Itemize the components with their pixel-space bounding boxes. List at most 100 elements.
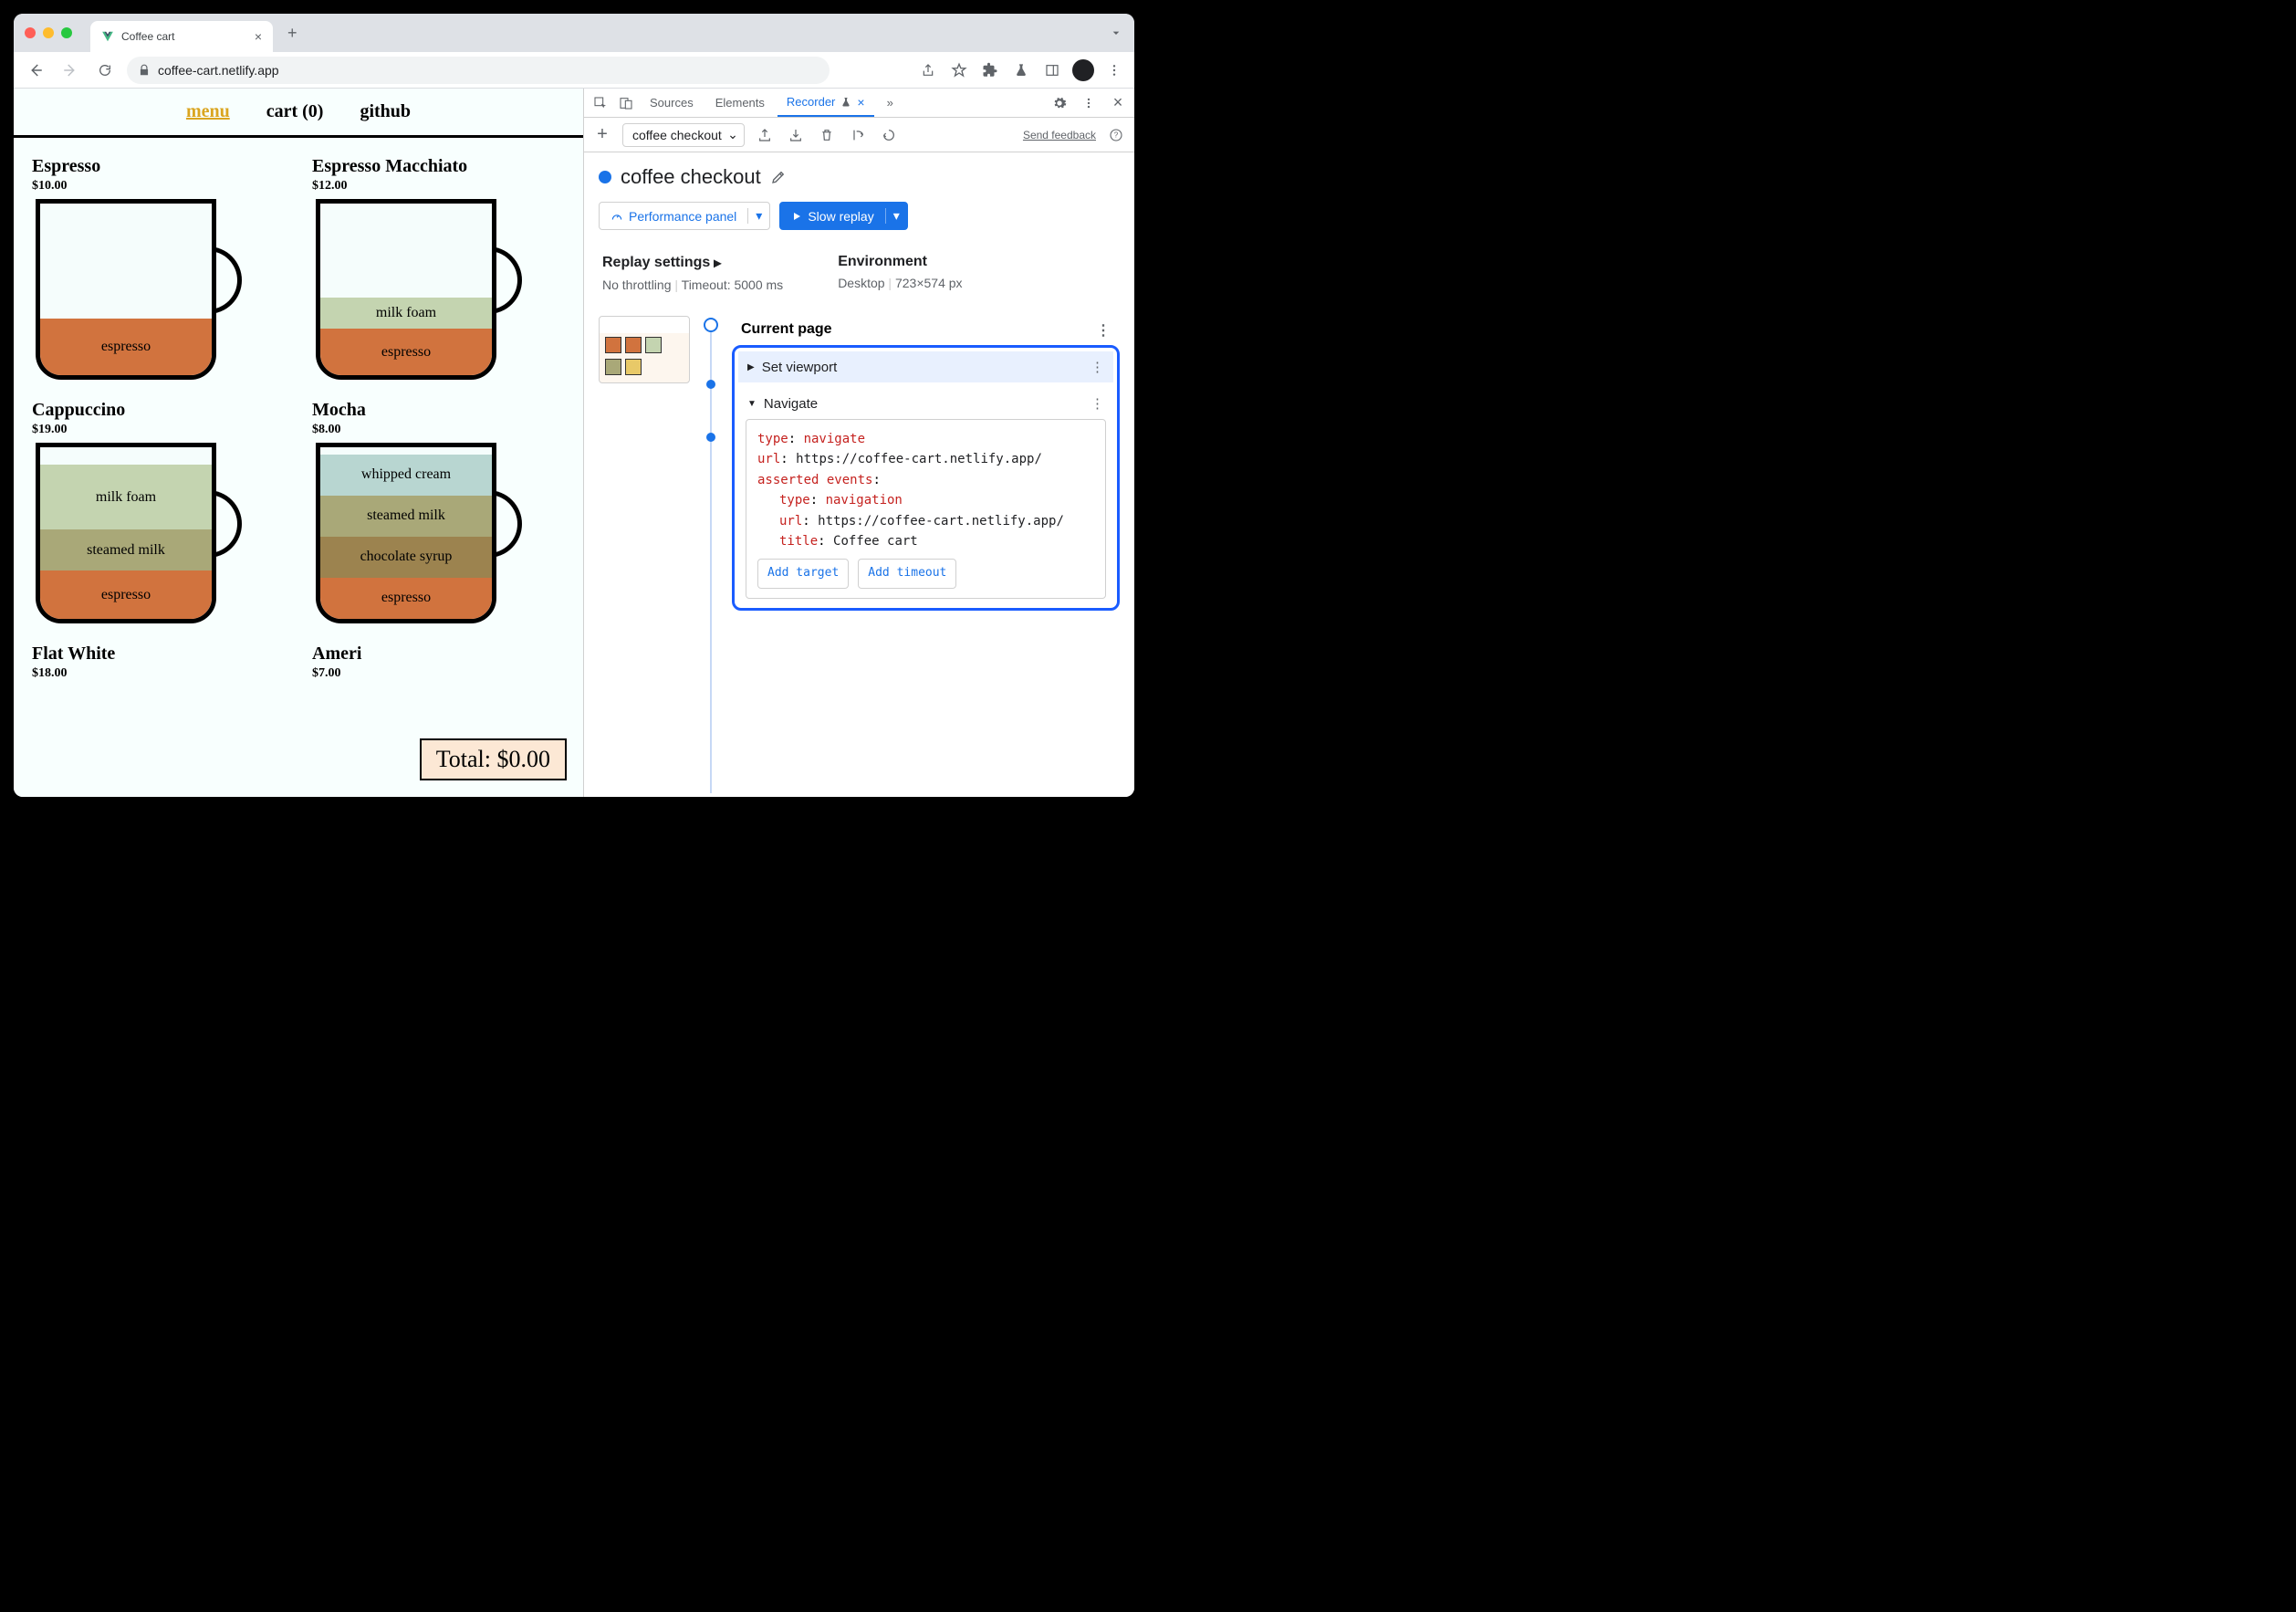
close-tab-icon[interactable]: ×: [255, 29, 262, 44]
settings-row: Replay settings ▸ No throttlingTimeout: …: [599, 248, 1120, 298]
extensions-puzzle-icon[interactable]: [979, 59, 1001, 81]
delete-icon[interactable]: [816, 124, 838, 146]
tab-overflow-icon[interactable]: [1109, 26, 1123, 40]
close-panel-icon[interactable]: ×: [857, 95, 864, 110]
back-button[interactable]: [23, 58, 48, 83]
devtools-panel: Sources Elements Recorder × » × + coffee…: [583, 89, 1134, 797]
step-menu-icon[interactable]: ⋮: [1091, 395, 1104, 412]
maximize-window-button[interactable]: [61, 27, 72, 38]
step-menu-icon[interactable]: ⋮: [1096, 321, 1111, 340]
browser-window: Coffee cart × + coffee-cart.netlify.app: [14, 14, 1134, 797]
nav-menu-link[interactable]: menu: [186, 101, 230, 122]
product-grid: Espresso $10.00 espresso Espresso Macchi…: [14, 138, 583, 699]
nav-cart-link[interactable]: cart (0): [266, 101, 324, 122]
share-icon[interactable]: [917, 59, 939, 81]
chevron-down-icon[interactable]: ▾: [885, 208, 907, 224]
side-panel-icon[interactable]: [1041, 59, 1063, 81]
devtools-tabs: Sources Elements Recorder × » ×: [584, 89, 1134, 118]
layer-whipped: whipped cream: [320, 455, 492, 496]
cup-graphic: milk foam espresso: [312, 199, 522, 382]
replay-settings[interactable]: Replay settings ▸ No throttlingTimeout: …: [602, 254, 783, 292]
labs-flask-icon[interactable]: [1010, 59, 1032, 81]
step-set-viewport[interactable]: ▶ Set viewport ⋮: [738, 351, 1113, 382]
new-tab-button[interactable]: +: [280, 20, 305, 47]
product-price: $7.00: [312, 666, 565, 681]
svg-text:?: ?: [1114, 131, 1119, 139]
product-price: $19.00: [32, 423, 285, 437]
gauge-icon: [611, 210, 623, 223]
product-flat-white[interactable]: Flat White $18.00: [32, 644, 285, 681]
tab-sources[interactable]: Sources: [641, 90, 703, 115]
more-tabs-icon[interactable]: »: [878, 90, 903, 115]
current-page-label: Current page ⋮: [732, 316, 1120, 345]
minimize-window-button[interactable]: [43, 27, 54, 38]
help-icon[interactable]: ?: [1105, 124, 1127, 146]
recording-status-icon: [599, 171, 611, 183]
recording-selector[interactable]: coffee checkout: [622, 123, 745, 147]
layer-espresso: espresso: [320, 329, 492, 375]
layer-espresso: espresso: [320, 578, 492, 619]
recording-title-row: coffee checkout: [599, 165, 1120, 189]
settings-gear-icon[interactable]: [1049, 92, 1070, 114]
step-thumbnail[interactable]: [599, 316, 690, 383]
slow-replay-button[interactable]: Slow replay ▾: [779, 202, 907, 230]
chrome-menu-icon[interactable]: [1103, 59, 1125, 81]
product-espresso[interactable]: Espresso $10.00 espresso: [32, 156, 285, 382]
product-name: Espresso Macchiato: [312, 156, 565, 177]
product-cappuccino[interactable]: Cappuccino $19.00 milk foam steamed milk…: [32, 400, 285, 625]
vue-favicon-icon: [101, 30, 114, 43]
device-toolbar-icon[interactable]: [615, 92, 637, 114]
nav-github-link[interactable]: github: [360, 101, 411, 122]
close-devtools-icon[interactable]: ×: [1107, 92, 1129, 114]
collapse-icon[interactable]: ▶: [747, 362, 755, 372]
step-over-icon[interactable]: [847, 124, 869, 146]
send-feedback-link[interactable]: Send feedback: [1023, 129, 1096, 141]
timeline: Current page ⋮ ▶ Set viewport ⋮: [599, 316, 1120, 611]
cup-graphic: espresso: [32, 199, 242, 382]
step-navigate[interactable]: ▼ Navigate ⋮ type: navigate url: https:/…: [738, 388, 1113, 599]
inspect-element-icon[interactable]: [590, 92, 611, 114]
new-recording-icon[interactable]: +: [591, 124, 613, 146]
export-icon[interactable]: [754, 124, 776, 146]
add-target-button[interactable]: Add target: [757, 559, 849, 589]
continue-icon[interactable]: [878, 124, 900, 146]
product-name: Ameri: [312, 644, 565, 665]
layer-steamed-milk: steamed milk: [40, 529, 212, 570]
timeline-node-selected[interactable]: [706, 380, 715, 389]
edit-title-icon[interactable]: [770, 169, 787, 185]
timeline-node[interactable]: [704, 318, 718, 332]
layer-milk-foam: milk foam: [320, 298, 492, 329]
performance-panel-button[interactable]: Performance panel ▾: [599, 202, 770, 230]
devtools-menu-icon[interactable]: [1078, 92, 1100, 114]
address-bar[interactable]: coffee-cart.netlify.app: [127, 57, 830, 84]
url-text: coffee-cart.netlify.app: [158, 63, 279, 78]
add-timeout-button[interactable]: Add timeout: [858, 559, 956, 589]
product-mocha[interactable]: Mocha $8.00 whipped cream steamed milk c…: [312, 400, 565, 625]
chevron-down-icon[interactable]: ▾: [747, 208, 769, 224]
timeline-node[interactable]: [706, 433, 715, 442]
webpage: menu cart (0) github Espresso $10.00 esp…: [14, 89, 583, 797]
import-icon[interactable]: [785, 124, 807, 146]
product-name: Espresso: [32, 156, 285, 177]
expand-icon[interactable]: ▼: [747, 399, 757, 409]
bookmark-star-icon[interactable]: [948, 59, 970, 81]
product-americano[interactable]: Ameri $7.00: [312, 644, 565, 681]
profile-avatar-icon[interactable]: [1072, 59, 1094, 81]
product-name: Mocha: [312, 400, 565, 421]
titlebar: Coffee cart × +: [14, 14, 1134, 52]
close-window-button[interactable]: [25, 27, 36, 38]
layer-espresso: espresso: [40, 319, 212, 375]
tab-elements[interactable]: Elements: [706, 90, 774, 115]
tab-recorder[interactable]: Recorder ×: [778, 89, 874, 117]
timeline-rail: [703, 316, 719, 611]
chevron-right-icon: ▸: [714, 254, 721, 272]
step-menu-icon[interactable]: ⋮: [1091, 359, 1104, 375]
product-price: $8.00: [312, 423, 565, 437]
product-macchiato[interactable]: Espresso Macchiato $12.00 milk foam espr…: [312, 156, 565, 382]
layer-milk-foam: milk foam: [40, 465, 212, 529]
environment-info: Environment Desktop723×574 px: [838, 254, 962, 292]
forward-button[interactable]: [57, 58, 83, 83]
reload-button[interactable]: [92, 58, 118, 83]
cart-total[interactable]: Total: $0.00: [420, 738, 567, 780]
browser-tab[interactable]: Coffee cart ×: [90, 21, 273, 52]
